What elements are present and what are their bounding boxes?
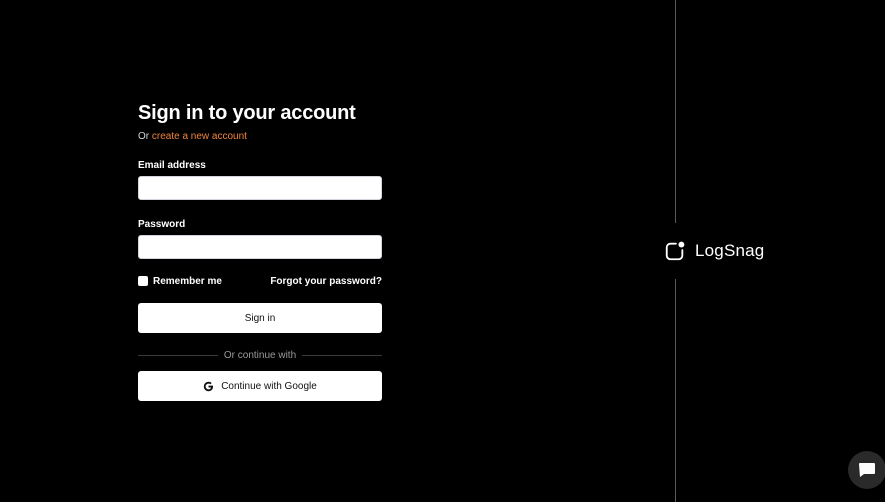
email-field[interactable] [138, 176, 382, 200]
divider-line-right [302, 354, 383, 356]
brand: LogSnag [664, 240, 764, 262]
chat-widget-button[interactable] [848, 451, 885, 489]
divider-line-left [138, 354, 218, 356]
email-label: Email address [138, 160, 206, 171]
remember-checkbox[interactable] [138, 276, 148, 286]
brand-name: LogSnag [695, 241, 765, 260]
signin-form: Sign in to your account Or create a new … [138, 101, 383, 401]
forgot-password-link[interactable]: Forgot your password? [270, 276, 382, 287]
create-account-link[interactable]: create a new account [152, 131, 247, 142]
divider-text: Or continue with [223, 349, 297, 361]
google-button-label: Continue with Google [221, 380, 317, 392]
subtitle-prefix: Or [138, 131, 150, 142]
continue-divider: Or continue with [138, 349, 383, 361]
vertical-divider-bottom [675, 279, 676, 502]
remember-me[interactable]: Remember me [138, 276, 222, 287]
subtitle: Or create a new account [138, 131, 382, 143]
password-field[interactable] [138, 235, 382, 259]
remember-label: Remember me [153, 275, 222, 287]
vertical-divider-top [675, 0, 676, 223]
google-g-icon [203, 381, 214, 391]
remember-row: Remember me Forgot your password? [138, 275, 382, 287]
chat-bubble-icon [859, 463, 875, 477]
password-label: Password [138, 219, 186, 230]
signin-page: Sign in to your account Or create a new … [0, 0, 885, 502]
google-signin-button[interactable]: Continue with Google [138, 371, 382, 401]
logsnag-logo-icon [665, 241, 685, 261]
page-title: Sign in to your account [138, 102, 356, 124]
signin-button[interactable]: Sign in [138, 303, 382, 333]
